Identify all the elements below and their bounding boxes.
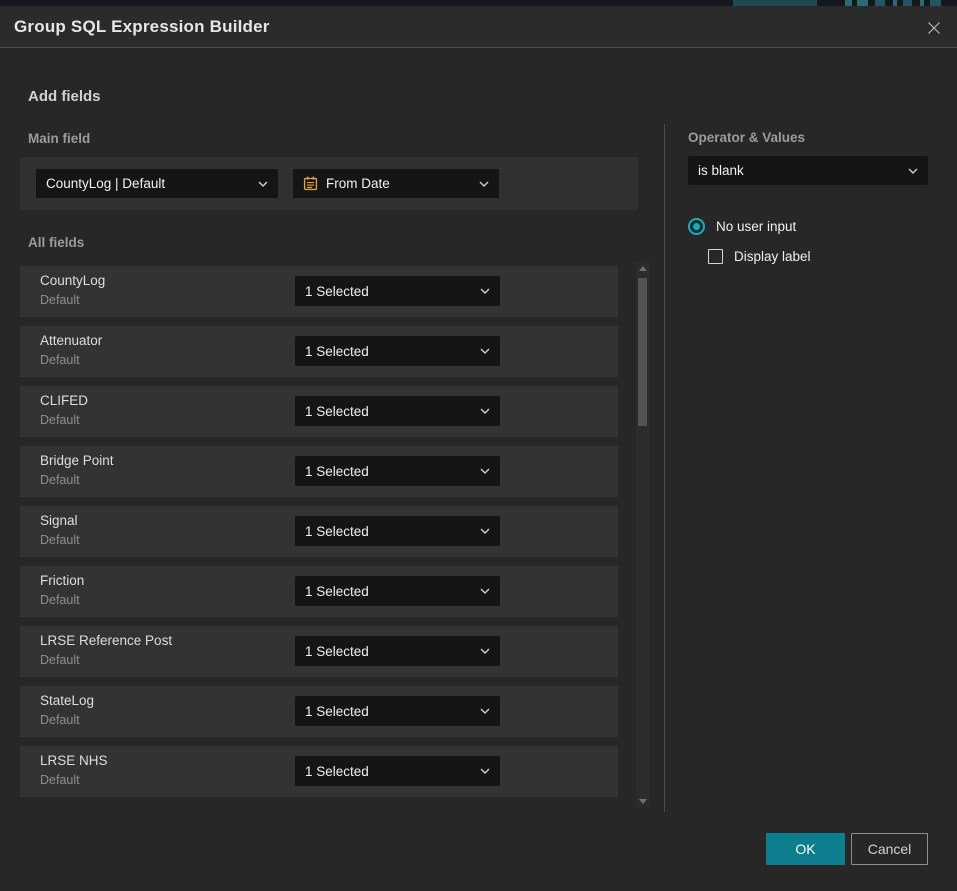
chevron-down-icon	[480, 588, 490, 594]
checkbox-unchecked-icon	[708, 249, 723, 264]
field-name: LRSE Reference Post	[40, 633, 172, 648]
field-row: Bridge Point Default 1 Selected	[20, 446, 618, 497]
field-selection-dropdown[interactable]: 1 Selected	[295, 756, 500, 786]
field-selection-dropdown[interactable]: 1 Selected	[295, 576, 500, 606]
chevron-down-icon	[479, 181, 489, 187]
field-selection-value: 1 Selected	[305, 764, 472, 779]
field-selection-value: 1 Selected	[305, 704, 472, 719]
field-name: StateLog	[40, 693, 94, 708]
field-selection-value: 1 Selected	[305, 344, 472, 359]
chevron-down-icon	[480, 288, 490, 294]
date-field-icon	[303, 176, 318, 191]
chevron-down-icon	[480, 648, 490, 654]
close-icon[interactable]	[925, 19, 943, 37]
field-selection-dropdown[interactable]: 1 Selected	[295, 516, 500, 546]
no-user-input-label: No user input	[716, 219, 796, 234]
group-sql-expression-builder-dialog: Group SQL Expression Builder Add fields …	[0, 6, 957, 891]
main-field-container: CountyLog | Default From Date	[20, 157, 638, 210]
operator-dropdown[interactable]: is blank	[688, 156, 928, 185]
chevron-down-icon	[480, 528, 490, 534]
field-row: LRSE Reference Post Default 1 Selected	[20, 626, 618, 677]
field-name: CLIFED	[40, 393, 88, 408]
field-selection-value: 1 Selected	[305, 464, 472, 479]
field-selection-dropdown[interactable]: 1 Selected	[295, 696, 500, 726]
field-name: CountyLog	[40, 273, 105, 288]
chevron-down-icon	[480, 408, 490, 414]
field-row: Signal Default 1 Selected	[20, 506, 618, 557]
all-fields-label: All fields	[28, 235, 84, 250]
chevron-down-icon	[480, 708, 490, 714]
chevron-down-icon	[480, 768, 490, 774]
scrollbar-thumb[interactable]	[638, 278, 647, 426]
field-selection-dropdown[interactable]: 1 Selected	[295, 636, 500, 666]
dialog-title: Group SQL Expression Builder	[14, 6, 270, 48]
chevron-down-icon	[480, 468, 490, 474]
chevron-down-icon	[908, 168, 918, 174]
cancel-button[interactable]: Cancel	[851, 833, 928, 865]
field-selection-value: 1 Selected	[305, 284, 472, 299]
display-label-checkbox[interactable]: Display label	[708, 249, 811, 264]
display-label-label: Display label	[734, 249, 811, 264]
operator-value: is blank	[698, 163, 900, 178]
add-fields-heading: Add fields	[28, 88, 101, 105]
panel-divider	[664, 124, 665, 812]
main-field-source-value: CountyLog | Default	[46, 176, 250, 191]
ok-button-label: OK	[795, 841, 815, 857]
field-selection-dropdown[interactable]: 1 Selected	[295, 336, 500, 366]
field-selection-value: 1 Selected	[305, 584, 472, 599]
field-selection-dropdown[interactable]: 1 Selected	[295, 396, 500, 426]
field-row: LRSE NHS Default 1 Selected	[20, 746, 618, 797]
field-selection-dropdown[interactable]: 1 Selected	[295, 456, 500, 486]
main-field-date-value: From Date	[326, 176, 471, 191]
field-type: Default	[40, 473, 80, 487]
field-type: Default	[40, 773, 80, 787]
field-name: Bridge Point	[40, 453, 114, 468]
no-user-input-radio[interactable]: No user input	[688, 218, 796, 235]
field-row: CLIFED Default 1 Selected	[20, 386, 618, 437]
field-type: Default	[40, 713, 80, 727]
field-name: Friction	[40, 573, 84, 588]
field-selection-value: 1 Selected	[305, 404, 472, 419]
list-scrollbar	[636, 262, 649, 807]
field-type: Default	[40, 353, 80, 367]
field-name: Attenuator	[40, 333, 102, 348]
field-type: Default	[40, 653, 80, 667]
field-selection-value: 1 Selected	[305, 644, 472, 659]
field-selection-value: 1 Selected	[305, 524, 472, 539]
field-name: Signal	[40, 513, 78, 528]
operator-values-heading: Operator & Values	[688, 130, 805, 145]
dialog-header: Group SQL Expression Builder	[0, 6, 957, 48]
field-type: Default	[40, 413, 80, 427]
main-field-date-dropdown[interactable]: From Date	[293, 169, 499, 198]
field-row: Attenuator Default 1 Selected	[20, 326, 618, 377]
scroll-up-arrow[interactable]	[636, 262, 649, 274]
field-type: Default	[40, 533, 80, 547]
field-row: Friction Default 1 Selected	[20, 566, 618, 617]
chevron-down-icon	[258, 181, 268, 187]
cancel-button-label: Cancel	[868, 841, 912, 857]
main-field-label: Main field	[28, 131, 90, 146]
field-selection-dropdown[interactable]: 1 Selected	[295, 276, 500, 306]
field-row: CountyLog Default 1 Selected	[20, 266, 618, 317]
main-field-source-dropdown[interactable]: CountyLog | Default	[36, 169, 278, 198]
radio-selected-icon	[688, 218, 705, 235]
field-name: LRSE NHS	[40, 753, 108, 768]
screen: Group SQL Expression Builder Add fields …	[0, 0, 957, 891]
chevron-down-icon	[480, 348, 490, 354]
scroll-down-arrow[interactable]	[636, 795, 649, 807]
field-type: Default	[40, 293, 80, 307]
ok-button[interactable]: OK	[766, 833, 845, 865]
field-row: StateLog Default 1 Selected	[20, 686, 618, 737]
field-type: Default	[40, 593, 80, 607]
